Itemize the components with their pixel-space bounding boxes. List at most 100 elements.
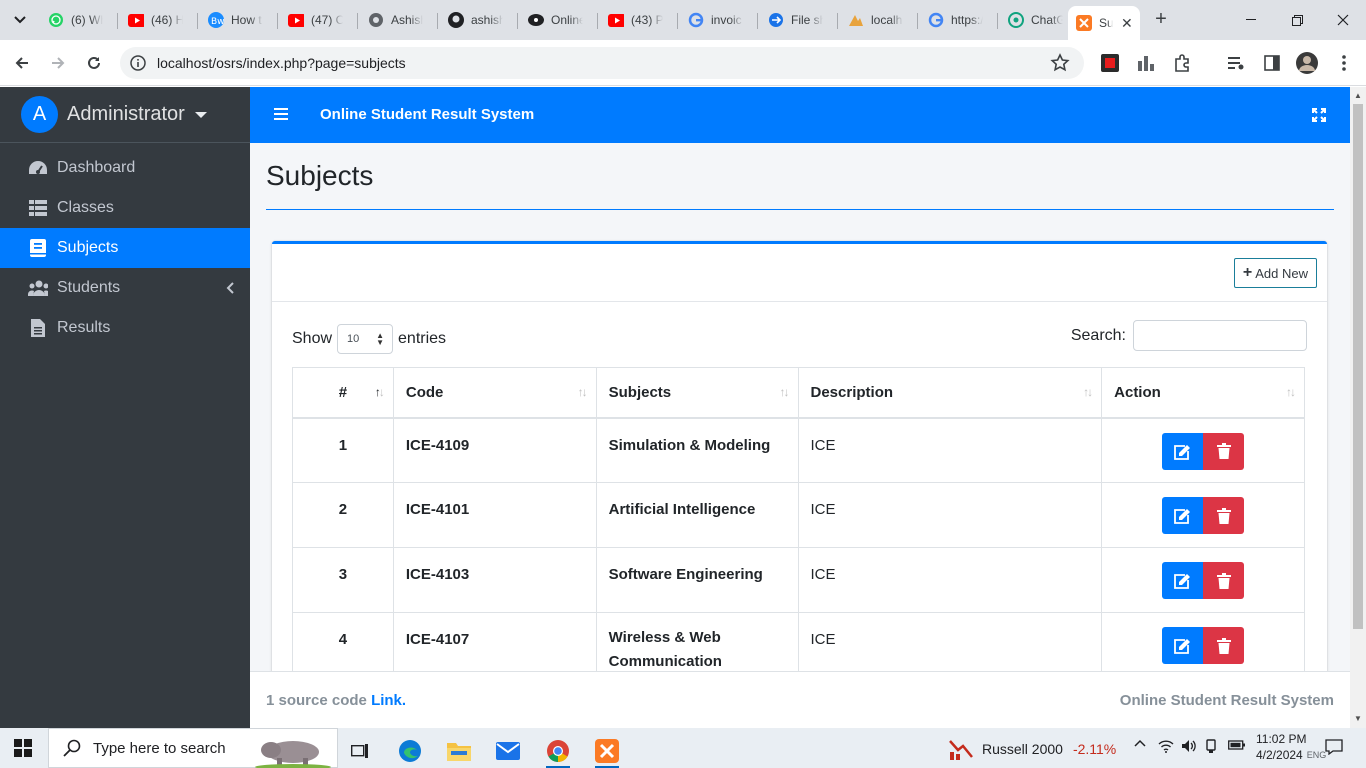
network-icon[interactable]	[1158, 739, 1174, 753]
browser-tab-active[interactable]: Su ✕	[1068, 6, 1140, 40]
stock-ticker-widget[interactable]: Russell 2000 -2.11%	[948, 738, 1116, 760]
delete-button[interactable]	[1203, 497, 1245, 534]
edit-button[interactable]	[1162, 432, 1204, 470]
reload-button[interactable]	[82, 51, 106, 75]
footer-app-name: Online Student Result System	[1119, 692, 1334, 709]
browser-tab[interactable]: File sh	[760, 6, 836, 34]
app-title: Online Student Result System	[320, 106, 535, 123]
tab-separator	[357, 13, 358, 29]
column-header-subjects[interactable]: Subjects ↑↓	[595, 367, 799, 419]
source-code-link[interactable]: Link.	[371, 692, 406, 709]
column-label: Description	[810, 383, 894, 401]
scrollbar-thumb[interactable]	[1353, 104, 1363, 629]
browser-tab[interactable]: (6) Wh	[40, 6, 116, 34]
bookmark-star-icon[interactable]	[1050, 53, 1070, 73]
task-view-icon[interactable]	[340, 734, 380, 768]
browser-tab[interactable]: https:/	[920, 6, 996, 34]
add-new-button[interactable]: + Add New	[1233, 258, 1317, 288]
new-tab-button[interactable]: +	[1150, 9, 1172, 31]
add-new-label: Add New	[1255, 265, 1308, 281]
column-header-description[interactable]: Description ↑↓	[797, 367, 1103, 419]
show-hidden-icons[interactable]	[1134, 739, 1146, 747]
chevron-down-icon	[14, 16, 26, 24]
browser-tab[interactable]: (43) P	[600, 6, 676, 34]
browser-tab[interactable]: ashish	[440, 6, 516, 34]
site-info-icon[interactable]	[130, 55, 146, 71]
file-explorer-icon[interactable]	[439, 734, 479, 768]
column-header-code[interactable]: Code ↑↓	[392, 367, 597, 419]
tab-separator	[117, 13, 118, 29]
svg-text:Bw: Bw	[211, 17, 224, 27]
media-queue-icon[interactable]	[1225, 52, 1247, 74]
entries-select[interactable]: 10 ▲ ▼	[337, 324, 394, 354]
scroll-down-icon[interactable]: ▼	[1354, 714, 1362, 723]
fullscreen-icon[interactable]	[1312, 108, 1326, 122]
minimize-button[interactable]	[1228, 0, 1274, 40]
table-row: 1 ICE-4109 Simulation & Modeling ICE	[292, 417, 1305, 483]
edit-button[interactable]	[1162, 562, 1204, 599]
browser-tab[interactable]: Online	[520, 6, 596, 34]
windows-start-icon[interactable]	[14, 739, 32, 757]
scroll-up-icon[interactable]: ▲	[1354, 91, 1362, 100]
column-header-action[interactable]: Action ↑↓	[1101, 367, 1305, 419]
restore-button[interactable]	[1274, 0, 1320, 40]
edit-button[interactable]	[1162, 627, 1204, 664]
browser-tab[interactable]: (47) C	[280, 6, 356, 34]
subject-name: Software Engineering	[595, 547, 799, 613]
address-bar[interactable]: localhost/osrs/index.php?page=subjects	[120, 47, 1084, 79]
battery-icon[interactable]	[1228, 739, 1246, 751]
browser-tab[interactable]: (46) H	[120, 6, 196, 34]
delete-button[interactable]	[1203, 432, 1245, 470]
xampp-taskbar-icon[interactable]	[587, 734, 627, 768]
user-panel[interactable]: A Administrator	[0, 87, 250, 143]
page-scrollbar[interactable]: ▲ ▼	[1350, 87, 1366, 728]
sidebar-item-students[interactable]: Students	[0, 268, 250, 308]
google-icon	[688, 12, 704, 28]
sidebar-item-dashboard[interactable]: Dashboard	[0, 148, 250, 188]
close-window-button[interactable]	[1320, 0, 1366, 40]
back-button[interactable]	[10, 51, 34, 75]
chrome-taskbar-icon[interactable]	[538, 734, 578, 768]
tab-title: ashish	[471, 13, 503, 27]
sidebar-item-results[interactable]: Results	[0, 308, 250, 348]
delete-button[interactable]	[1203, 627, 1245, 664]
row-number: 2	[292, 482, 394, 548]
delete-button[interactable]	[1203, 562, 1245, 599]
notifications-icon[interactable]	[1325, 739, 1343, 755]
hamburger-menu-icon[interactable]	[274, 107, 288, 121]
edit-button[interactable]	[1162, 497, 1204, 534]
browser-tab[interactable]: ChatG	[1000, 6, 1066, 34]
close-tab-icon[interactable]: ✕	[1121, 15, 1133, 32]
device-icon[interactable]	[1204, 739, 1218, 753]
tab-search-button[interactable]	[8, 8, 32, 32]
sidebar-item-subjects[interactable]: Subjects	[0, 228, 250, 268]
edge-browser-icon[interactable]	[390, 734, 430, 768]
row-actions	[1101, 482, 1305, 548]
puzzle-extensions-icon[interactable]	[1171, 52, 1193, 74]
chrome-menu-icon[interactable]	[1333, 52, 1355, 74]
browser-tab[interactable]: invoic	[680, 6, 756, 34]
edit-icon	[1173, 639, 1190, 654]
row-actions	[1101, 417, 1305, 483]
language-indicator[interactable]: ENG	[1307, 747, 1327, 763]
browser-tab[interactable]: Bw How t	[200, 6, 276, 34]
sidebar-item-classes[interactable]: Classes	[0, 188, 250, 228]
card-header: + Add New	[272, 244, 1327, 302]
browser-tab[interactable]: localh	[840, 6, 916, 34]
ticker-name: Russell 2000	[982, 741, 1063, 757]
column-header-number[interactable]: # ↑↓	[292, 367, 394, 419]
search-input[interactable]	[1133, 320, 1307, 351]
browser-tab[interactable]: Ashish	[360, 6, 436, 34]
mail-icon[interactable]	[488, 734, 528, 768]
side-panel-icon[interactable]	[1261, 52, 1283, 74]
trash-icon	[1216, 637, 1231, 654]
taskbar-clock[interactable]: 11:02 PM 4/2/2024 ENG	[1256, 731, 1326, 763]
forward-button[interactable]	[46, 51, 70, 75]
row-number: 4	[292, 612, 394, 671]
chart-extension-icon[interactable]	[1135, 52, 1157, 74]
taskbar-search-box[interactable]: Type here to search	[48, 728, 338, 768]
profile-avatar-icon[interactable]	[1296, 52, 1318, 74]
entries-value: 10	[347, 333, 360, 345]
volume-icon[interactable]	[1181, 739, 1197, 753]
extension-icon[interactable]	[1099, 52, 1121, 74]
